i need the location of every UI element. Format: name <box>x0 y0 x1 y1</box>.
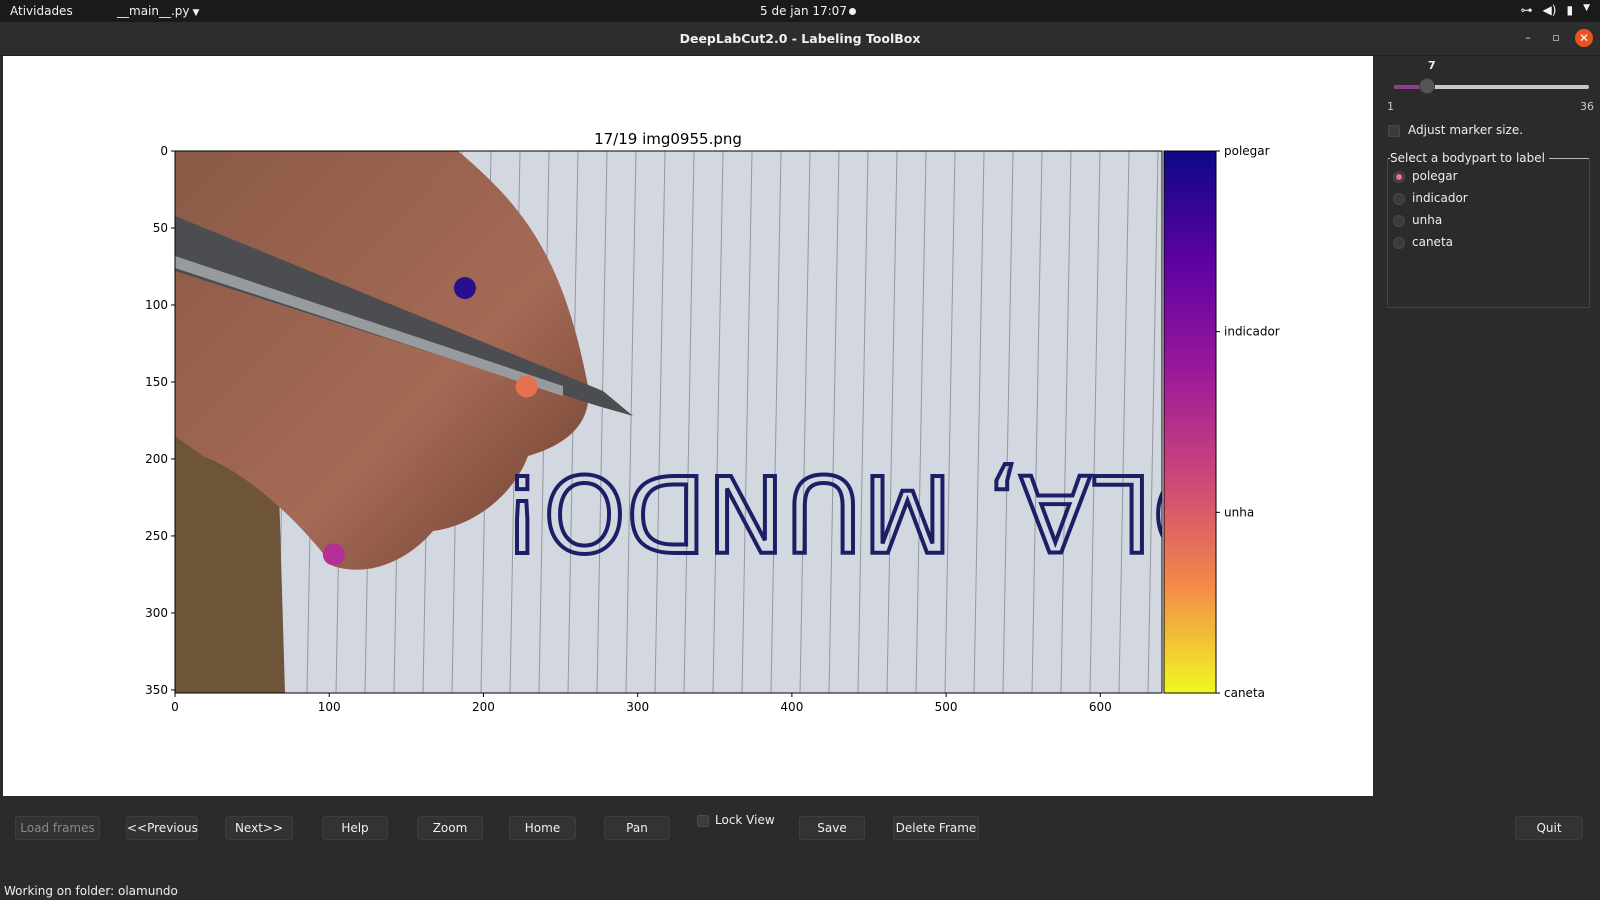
y-axis: 0 50 100 150 200 250 300 350 <box>145 144 175 697</box>
zoom-button[interactable]: Zoom <box>417 816 483 840</box>
lock-view-checkbox[interactable] <box>697 814 709 827</box>
chevron-down-icon: ▼ <box>192 8 200 18</box>
x-tick-label: 200 <box>472 700 495 714</box>
y-tick-label: 350 <box>145 683 168 697</box>
app-menu-label: __main__.py <box>117 4 190 18</box>
y-tick-label: 50 <box>153 221 168 235</box>
slider-max-label: 36 <box>1580 100 1594 113</box>
side-panel: 7 1 36 Adjust marker size. Select a body… <box>1373 56 1600 796</box>
close-button[interactable]: ✕ <box>1575 29 1593 47</box>
figure-canvas[interactable]: 17/19 img0955.png OLA, MUNDO! 0 100 200 300… <box>3 56 1373 796</box>
y-tick-label: 150 <box>145 375 168 389</box>
colorbar <box>1163 150 1217 694</box>
colorbar-label: indicador <box>1224 325 1280 339</box>
radio-unha[interactable]: unha <box>1393 213 1442 227</box>
x-tick-label: 300 <box>626 700 649 714</box>
save-button[interactable]: Save <box>799 816 865 840</box>
radio-indicador[interactable]: indicador <box>1393 191 1468 205</box>
colorbar-label: caneta <box>1224 686 1265 700</box>
app-menu[interactable]: __main__.py ▼ <box>117 4 199 18</box>
network-icon: ⊶ <box>1520 3 1533 17</box>
lock-view-row[interactable]: Lock View <box>697 813 775 827</box>
minimize-button[interactable]: – <box>1519 29 1537 47</box>
bodypart-group-label: Select a bodypart to label <box>1390 151 1549 165</box>
frame-image[interactable]: OLA, MUNDO! <box>175 151 1235 693</box>
radio-polegar[interactable]: polegar <box>1393 169 1458 183</box>
radio-button[interactable] <box>1393 192 1405 205</box>
marker-polegar[interactable] <box>453 277 476 300</box>
clock[interactable]: 5 de jan 17:07 <box>760 4 847 18</box>
adjust-marker-label: Adjust marker size. <box>1408 123 1524 137</box>
delete-frame-button[interactable]: Delete Frame <box>893 816 979 840</box>
radio-button[interactable] <box>1393 236 1405 249</box>
window-title: DeepLabCut2.0 - Labeling ToolBox <box>679 31 921 46</box>
maximize-button[interactable]: ▫ <box>1547 29 1565 47</box>
system-top-bar: Atividades __main__.py ▼ 5 de jan 17:07 ⊶… <box>0 0 1600 22</box>
y-tick-label: 250 <box>145 529 168 543</box>
volume-icon: ◀) <box>1542 3 1557 17</box>
x-tick-label: 600 <box>1089 700 1112 714</box>
radio-caneta[interactable]: caneta <box>1393 235 1453 249</box>
activities-button[interactable]: Atividades <box>10 4 73 18</box>
bodypart-group: Select a bodypart to label polegar indic… <box>1387 151 1590 308</box>
marker-unha[interactable] <box>515 375 538 398</box>
radio-label: unha <box>1412 213 1443 227</box>
y-tick-label: 200 <box>145 452 168 466</box>
y-tick-label: 300 <box>145 606 168 620</box>
next-button[interactable]: Next>> <box>225 816 293 840</box>
adjust-marker-checkbox[interactable] <box>1388 124 1400 137</box>
colorbar-label: unha <box>1224 505 1254 519</box>
radio-label: polegar <box>1412 169 1458 183</box>
x-axis: 0 100 200 300 400 500 600 <box>171 693 1112 714</box>
quit-button[interactable]: Quit <box>1515 816 1583 840</box>
bottom-toolbar: Load frames <<Previous Next>> Help Zoom … <box>0 796 1600 882</box>
x-tick-label: 0 <box>171 700 179 714</box>
radio-button[interactable] <box>1393 214 1405 227</box>
system-tray[interactable]: ⊶ ◀) ▮ ▼ <box>1521 3 1590 17</box>
load-frames-button[interactable]: Load frames <box>15 816 100 840</box>
handwritten-text: OLA, MUNDO! <box>501 451 1235 573</box>
radio-label: caneta <box>1412 235 1453 249</box>
radio-button-selected[interactable] <box>1393 170 1405 183</box>
status-bar: Working on folder: olamundo <box>0 882 1600 900</box>
previous-button[interactable]: <<Previous <box>126 816 198 840</box>
lock-view-label: Lock View <box>715 813 775 827</box>
figure-svg[interactable]: 17/19 img0955.png OLA, MUNDO! 0 100 200 300… <box>3 56 1373 796</box>
y-tick-label: 100 <box>145 298 168 312</box>
y-tick-label: 0 <box>160 144 168 158</box>
marker-size-value: 7 <box>1428 59 1436 72</box>
home-button[interactable]: Home <box>509 816 576 840</box>
x-tick-label: 100 <box>318 700 341 714</box>
marker-indicador[interactable] <box>322 543 345 566</box>
colorbar-label: polegar <box>1224 144 1270 158</box>
radio-label: indicador <box>1412 191 1468 205</box>
help-button[interactable]: Help <box>322 816 388 840</box>
pan-button[interactable]: Pan <box>604 816 670 840</box>
window-title-bar: DeepLabCut2.0 - Labeling ToolBox – ▫ ✕ <box>0 22 1600 56</box>
slider-min-label: 1 <box>1387 100 1394 113</box>
x-tick-label: 500 <box>935 700 958 714</box>
slider-handle[interactable] <box>1419 78 1436 94</box>
figure-title: 17/19 img0955.png <box>594 130 742 148</box>
notification-dot-icon <box>849 8 856 15</box>
battery-icon: ▮ <box>1566 3 1574 17</box>
colorbar-labels: polegar indicador unha caneta <box>1216 144 1280 700</box>
chevron-down-icon: ▼ <box>1583 3 1590 13</box>
x-tick-label: 400 <box>780 700 803 714</box>
adjust-marker-row[interactable]: Adjust marker size. <box>1388 123 1523 137</box>
